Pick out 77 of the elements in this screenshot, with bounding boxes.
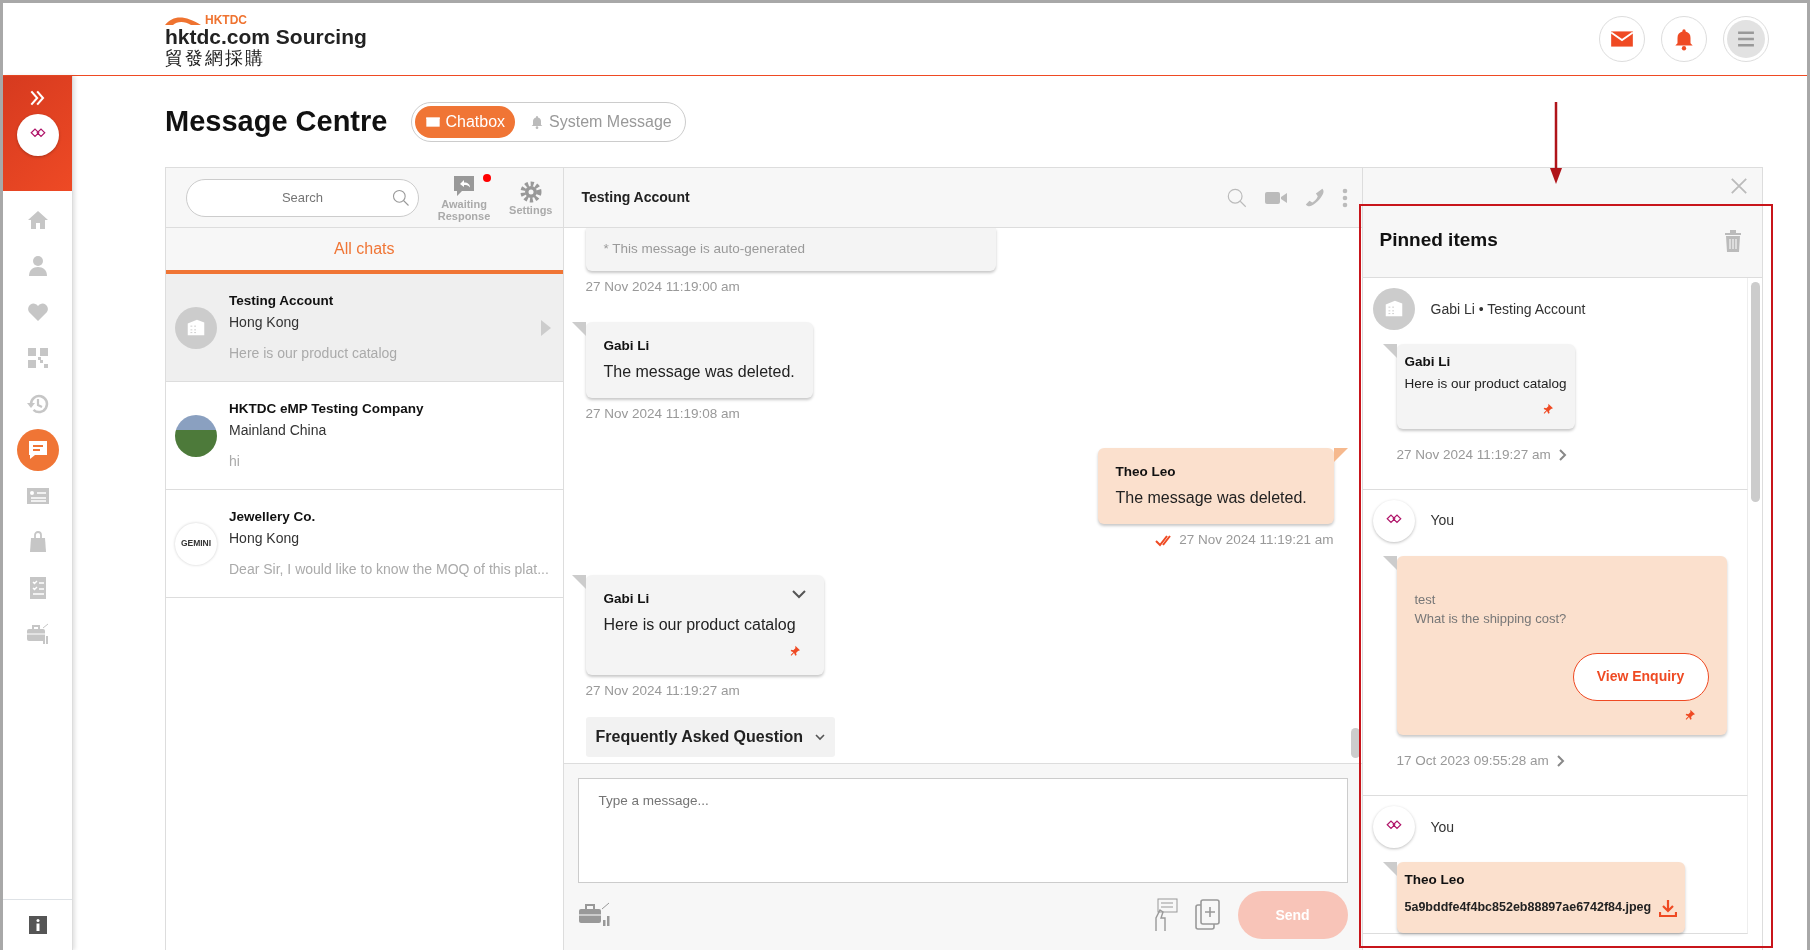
message-time: 27 Nov 2024 11:19:27 am: [585, 681, 741, 700]
panel-title: Pinned items: [1379, 228, 1498, 253]
pinned-author: You: [1430, 817, 1455, 837]
close-icon[interactable]: [1730, 177, 1748, 195]
sender-name: Gabi Li: [603, 336, 650, 355]
search-icon[interactable]: [1225, 186, 1248, 209]
qr-code-icon: [25, 346, 50, 370]
chevron-down-icon: [814, 733, 825, 741]
settings-icon: [518, 179, 543, 204]
conversation-title: Testing Account: [581, 188, 691, 207]
message-text: Here is our product catalog: [603, 614, 797, 635]
tab[interactable]: Chatbox: [415, 105, 516, 138]
add-document-icon[interactable]: [1193, 899, 1222, 931]
scrollbar-thumb[interactable]: [1350, 728, 1360, 758]
notifications-button[interactable]: [1661, 16, 1707, 62]
chat-region: Hong Kong: [229, 312, 301, 332]
logo-text: HKTDC: [205, 14, 247, 26]
chat-name: Jewellery Co.: [229, 508, 317, 527]
sender-name: Gabi Li: [603, 589, 650, 608]
avatar-text: GEMINI: [180, 537, 212, 550]
message-time: 27 Nov 2024 11:19:08 am: [585, 404, 741, 423]
enquiry-text: What is the shipping cost?: [1414, 610, 1568, 629]
faq-dropdown[interactable]: Frequently Asked Question: [585, 717, 835, 757]
chat-preview: hi: [229, 451, 241, 471]
message-time: 27 Nov 2024 11:19:00 am: [585, 278, 741, 297]
chat-preview: Dear Sir, I would like to know the MOQ of this plat...: [229, 559, 550, 579]
download-icon[interactable]: [1659, 898, 1678, 917]
pinned-author: You: [1430, 511, 1455, 531]
message-text: The message was deleted.: [603, 361, 795, 382]
chevron-down-icon[interactable]: [791, 588, 806, 599]
chevron-right-icon[interactable]: [1556, 754, 1565, 767]
phone-icon[interactable]: [1303, 186, 1326, 209]
message-text: The message was deleted.: [1115, 488, 1308, 509]
briefcase-chart-icon[interactable]: [577, 901, 612, 929]
message-text: Here is our product catalog: [1404, 375, 1567, 394]
chevron-right-icon[interactable]: [1558, 448, 1567, 461]
brand-name-chinese: 貿發網採購: [165, 48, 266, 68]
file-name: 5a9bddfe4f4bc852eb88897ae6742f84.jpeg: [1404, 899, 1652, 917]
message-input[interactable]: Type a message...: [577, 778, 1348, 883]
sidebar-item[interactable]: [16, 429, 59, 471]
all-chats-tab[interactable]: All chats: [166, 228, 563, 274]
trash-icon[interactable]: [1724, 229, 1742, 252]
tab[interactable]: System Message: [519, 105, 682, 138]
chat-region: Hong Kong: [229, 528, 301, 548]
menu-button[interactable]: [1723, 16, 1769, 62]
photo-placeholder: [175, 414, 217, 457]
settings-button[interactable]: Settings: [509, 179, 553, 216]
menu-icon: [1727, 20, 1765, 58]
auto-generated-note: * This message is auto-generated: [603, 241, 806, 256]
enquiry-text: test: [1414, 590, 1437, 609]
chat-preview: Here is our product catalog: [229, 343, 399, 363]
chat-row[interactable]: HKTDC eMP Testing Company Mainland China hi: [166, 382, 563, 490]
chat-region: Mainland China: [229, 420, 328, 440]
sender-name: Theo Leo: [1115, 463, 1177, 481]
caret-right-icon: [540, 319, 551, 336]
pinned-author: Gabi Li • Testing Account: [1430, 299, 1586, 319]
briefcase-chart-icon: [25, 622, 50, 646]
view-enquiry-button[interactable]: View Enquiry: [1572, 652, 1709, 701]
page-title: Message Centre: [165, 103, 388, 139]
chat-row[interactable]: Testing Account Hong Kong Here is our product catalog: [166, 274, 563, 382]
chat-row[interactable]: GEMINI Jewellery Co. Hong Kong Dear Sir, I would like to know the MOQ of this plat...: [166, 490, 563, 598]
more-icon[interactable]: [1341, 187, 1348, 208]
brand-name: hktdc.com Sourcing: [165, 26, 367, 48]
chat-name: HKTDC eMP Testing Company: [229, 400, 425, 419]
sender-name: Theo Leo: [1404, 871, 1466, 889]
sender-name: Gabi Li: [1404, 353, 1452, 371]
mail-button[interactable]: [1599, 16, 1645, 62]
message-time: 27 Nov 2024 11:19:21 am: [1179, 531, 1334, 550]
search-field[interactable]: Search: [186, 178, 419, 217]
info-icon[interactable]: [28, 916, 47, 934]
search-icon: [391, 187, 411, 208]
history-icon: [25, 392, 50, 416]
awaiting-response-button[interactable]: Awaiting Response: [431, 173, 498, 222]
chat-name: Testing Account: [229, 292, 335, 311]
scrollbar-thumb[interactable]: [1751, 282, 1760, 502]
pinned-time: 17 Oct 2023 09:55:28 am: [1396, 751, 1549, 770]
pinned-time: 27 Nov 2024 11:19:27 am: [1396, 445, 1551, 464]
